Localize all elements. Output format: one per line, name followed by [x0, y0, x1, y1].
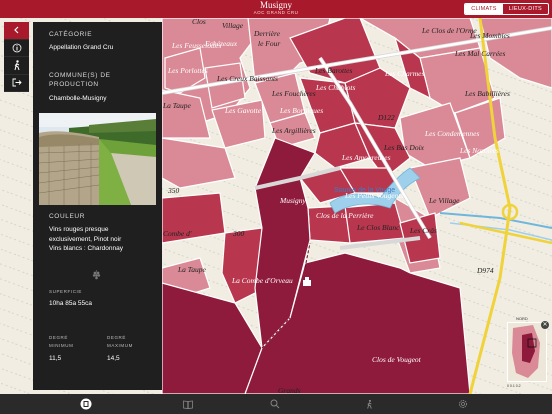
label-borniques: Les Borniques [279, 106, 323, 115]
label-charmes: Les Charmes [384, 69, 424, 78]
walk-button[interactable] [4, 57, 29, 75]
label-combe-dorveau: La Combe d'Orveau [231, 276, 293, 285]
label-num-300: 300 [232, 229, 245, 238]
walk-tab-button[interactable] [362, 398, 376, 410]
label-combe-de: Combe d' [163, 229, 192, 238]
degree-min-label-2: MINIMUM [49, 343, 74, 348]
view-toggle: CLIMATS LIEUX-DITS [464, 3, 549, 15]
label-gavotte: Les Gavotte [224, 106, 262, 115]
degree-min-value: 11,5 [49, 355, 62, 362]
label-fouchères: Les Fouchères [271, 89, 316, 98]
exit-icon [12, 78, 22, 87]
label-clos-orme: Le Clos de l'Orme [421, 26, 477, 35]
chevron-left-icon [13, 26, 18, 34]
label-clos-vougeot: Clos de Vougeot [372, 355, 422, 364]
search-icon [270, 399, 280, 409]
side-toolbar [4, 22, 29, 92]
label-la-taupe2: La Taupe [177, 265, 207, 274]
book-button[interactable] [181, 398, 195, 410]
exit-button[interactable] [4, 75, 29, 92]
label-d974: D974 [476, 266, 494, 275]
label-nazoires: Les Nazoires [459, 146, 499, 155]
minimap-north-label: NORD [516, 316, 528, 321]
label-derriere: Derrière [253, 29, 281, 38]
label-le-village: Le Village [428, 196, 460, 205]
settings-button[interactable] [456, 398, 470, 410]
label-le-four: le Four [258, 39, 280, 48]
compass-button[interactable] [79, 398, 93, 410]
tab-lieux-dits[interactable]: LIEUX-DITS [503, 4, 548, 14]
color-value-3: Vins blancs : Chardonnay [49, 245, 123, 252]
info-panel: CATÉGORIE Appellation Grand Cru COMMUNE(… [33, 22, 162, 390]
label-barottes: Les Barottes [314, 66, 353, 75]
label-babillieres: Les Babillières [464, 89, 510, 98]
label-porlottes: Les Porlottes [167, 66, 208, 75]
tab-climats[interactable]: CLIMATS [465, 4, 503, 14]
label-musigny: Musigny [279, 196, 307, 205]
degree-max-value: 14,5 [107, 355, 120, 362]
commune-label-2: PRODUCTION [49, 81, 99, 88]
label-clos-perriere: Clos de la Perrière [316, 211, 374, 220]
label-clos: Clos [192, 18, 206, 26]
label-amoureuses: Les Amoureuses [341, 153, 391, 162]
book-icon [183, 400, 193, 409]
label-bas-doix: Les Bas Doix [383, 143, 425, 152]
label-creux-baissants: Les Creux Baissants [216, 74, 278, 83]
label-echezeaux: Echézeaux [204, 39, 238, 48]
back-button[interactable] [4, 22, 29, 40]
bottom-toolbar [0, 394, 552, 414]
label-argilieres: Les Argillières [271, 126, 316, 135]
area-label: SUPERFICIE [49, 289, 83, 294]
label-chabiots: Les Chabiots [315, 83, 355, 92]
label-la-taupe: La Taupe [162, 101, 192, 110]
degree-min-label-1: DEGRÉ [49, 335, 69, 340]
grape-icon [92, 268, 102, 286]
label-mombies: Les Mombies [469, 31, 510, 40]
color-label: COULEUR [49, 213, 85, 220]
color-value-2: exclusivement, Pinot noir [49, 235, 122, 243]
compass-icon [80, 398, 92, 410]
label-cras: Les Crâs [409, 226, 437, 235]
commune-value: Chambolle-Musigny [49, 95, 107, 102]
label-grands: Grands [278, 386, 301, 394]
walker-icon [366, 399, 372, 409]
label-d122: D122 [377, 113, 395, 122]
label-village: Village [222, 21, 244, 30]
minimap[interactable]: NORD [507, 316, 547, 382]
label-condemennes: Les Condemennes [424, 129, 479, 138]
category-value: Appellation Grand Cru [49, 44, 114, 51]
scale-bar: 0 0.1 0.2 [507, 384, 521, 388]
area-value: 10ha 85a 55ca [49, 300, 93, 307]
color-value-1: Vins rouges presque [49, 226, 109, 233]
degree-max-label-1: DEGRÉ [107, 335, 127, 340]
category-label: CATÉGORIE [49, 31, 93, 38]
info-icon [12, 43, 21, 53]
label-mal-carrees: Les Mal Carrées [454, 49, 505, 58]
search-button[interactable] [268, 398, 282, 410]
label-source: Source de la Vouge [334, 187, 395, 194]
gear-icon [459, 400, 467, 408]
walker-icon [14, 60, 19, 70]
top-bar: Musigny AOC GRAND CRU CLIMATS LIEUX-DITS [0, 0, 552, 18]
vineyard-photo [39, 113, 156, 205]
label-clos-blanc: Le Clos Blanc [356, 223, 400, 232]
label-num-350: 350 [167, 186, 180, 195]
degree-max-label-2: MAXIMUM [107, 343, 133, 348]
info-button[interactable] [4, 40, 29, 57]
commune-label-1: COMMUNE(S) DE [49, 72, 111, 79]
minimap-close-button[interactable]: ✕ [541, 321, 549, 329]
